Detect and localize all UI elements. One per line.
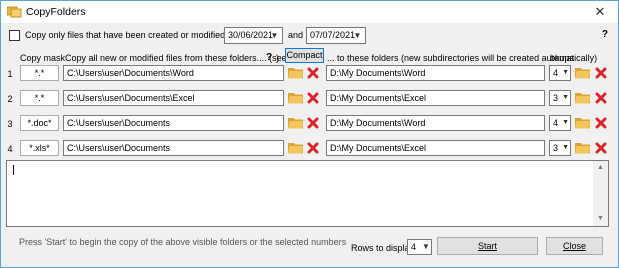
source-header-end: ) xyxy=(276,53,279,63)
date-from-picker[interactable]: 30/06/2021 ▼ xyxy=(224,27,283,44)
copy-mask-field[interactable]: *.xls* xyxy=(20,140,59,156)
source-help-icon[interactable]: ? xyxy=(266,52,272,63)
log-textbox[interactable]: ▲ ▼ xyxy=(6,160,609,227)
start-button[interactable]: Start xyxy=(437,237,538,255)
red-x-delete-icon[interactable] xyxy=(595,142,607,154)
bkups-value: 3 xyxy=(553,93,559,103)
folder-open-icon[interactable] xyxy=(288,91,304,104)
copy-mask-header: Copy mask xyxy=(20,53,66,63)
window-close-button[interactable]: ✕ xyxy=(582,1,618,23)
red-x-delete-icon[interactable] xyxy=(595,67,607,79)
title-bar: CopyFolders ✕ xyxy=(1,1,618,23)
bkups-value: 4 xyxy=(553,118,559,128)
copy-mask-field[interactable]: *.* xyxy=(20,90,59,106)
log-scrollbar[interactable]: ▲ ▼ xyxy=(593,161,608,226)
bkups-value: 3 xyxy=(553,143,559,153)
window-title: CopyFolders xyxy=(26,6,86,18)
folder-open-icon[interactable] xyxy=(288,116,304,129)
help-icon[interactable]: ? xyxy=(602,29,608,40)
date-filter-checkbox[interactable] xyxy=(9,30,20,41)
red-x-delete-icon[interactable] xyxy=(307,117,319,129)
source-folder-field[interactable]: C:\Users\user\Documents xyxy=(63,115,284,131)
dest-folder-field[interactable]: D:\My Documents\Word xyxy=(326,65,545,81)
bkups-header: bkups xyxy=(550,53,575,63)
folder-open-icon[interactable] xyxy=(575,66,591,79)
copy-mask-field[interactable]: *.* xyxy=(20,65,59,81)
row-number: 2 xyxy=(7,94,13,104)
chevron-down-icon[interactable]: ▼ xyxy=(350,28,365,43)
red-x-delete-icon[interactable] xyxy=(307,142,319,154)
red-x-delete-icon[interactable] xyxy=(595,92,607,104)
dest-folder-field[interactable]: D:\My Documents\Excel xyxy=(326,140,545,156)
bkups-dropdown[interactable]: 4 ▼ xyxy=(549,65,571,81)
chevron-down-icon[interactable]: ▼ xyxy=(562,66,569,80)
source-folder-field[interactable]: C:\Users\user\Documents\Word xyxy=(63,65,284,81)
date-to-value: 07/07/2021 xyxy=(310,30,356,40)
folder-open-icon[interactable] xyxy=(575,91,591,104)
folder-open-icon[interactable] xyxy=(288,66,304,79)
bkups-dropdown[interactable]: 4 ▼ xyxy=(549,115,571,131)
row-number: 3 xyxy=(7,119,13,129)
red-x-delete-icon[interactable] xyxy=(595,117,607,129)
chevron-down-icon[interactable]: ▼ xyxy=(562,141,569,155)
scroll-down-icon[interactable]: ▼ xyxy=(593,212,608,226)
chevron-down-icon[interactable]: ▼ xyxy=(562,91,569,105)
row-number: 4 xyxy=(7,144,13,154)
dest-folder-field[interactable]: D:\My Documents\Excel xyxy=(326,90,545,106)
source-header: Copy all new or modified files from thes… xyxy=(65,53,318,63)
scroll-up-icon[interactable]: ▲ xyxy=(593,161,608,175)
source-folder-field[interactable]: C:\Users\user\Documents\Excel xyxy=(63,90,284,106)
close-button[interactable]: Close xyxy=(546,237,603,255)
rows-to-display-dropdown[interactable]: 4 ▼ xyxy=(407,239,432,255)
row-number: 1 xyxy=(7,69,13,79)
bkups-value: 4 xyxy=(553,68,559,78)
folder-open-icon[interactable] xyxy=(288,141,304,154)
dest-folder-field[interactable]: D:\My Documents\Word xyxy=(326,115,545,131)
folder-open-icon[interactable] xyxy=(575,141,591,154)
copy-folders-app-icon xyxy=(7,6,22,18)
text-caret xyxy=(13,165,14,175)
status-text: Press 'Start' to begin the copy of the a… xyxy=(19,237,347,247)
bkups-dropdown[interactable]: 3 ▼ xyxy=(549,90,571,106)
red-x-delete-icon[interactable] xyxy=(307,67,319,79)
source-folder-field[interactable]: C:\Users\user\Documents xyxy=(63,140,284,156)
copy-mask-field[interactable]: *.doc* xyxy=(20,115,59,131)
chevron-down-icon[interactable]: ▼ xyxy=(421,240,431,254)
compact-button[interactable]: Compact xyxy=(285,48,324,63)
folder-open-icon[interactable] xyxy=(575,116,591,129)
and-label: and xyxy=(288,30,304,40)
red-x-delete-icon[interactable] xyxy=(307,92,319,104)
copyfolders-window: CopyFolders ✕ Copy only files that have … xyxy=(0,0,619,268)
rows-to-display-value: 4 xyxy=(411,242,417,252)
chevron-down-icon[interactable]: ▼ xyxy=(562,116,569,130)
bkups-dropdown[interactable]: 3 ▼ xyxy=(549,140,571,156)
chevron-down-icon[interactable]: ▼ xyxy=(267,28,282,43)
date-to-picker[interactable]: 07/07/2021 ▼ xyxy=(306,27,366,44)
